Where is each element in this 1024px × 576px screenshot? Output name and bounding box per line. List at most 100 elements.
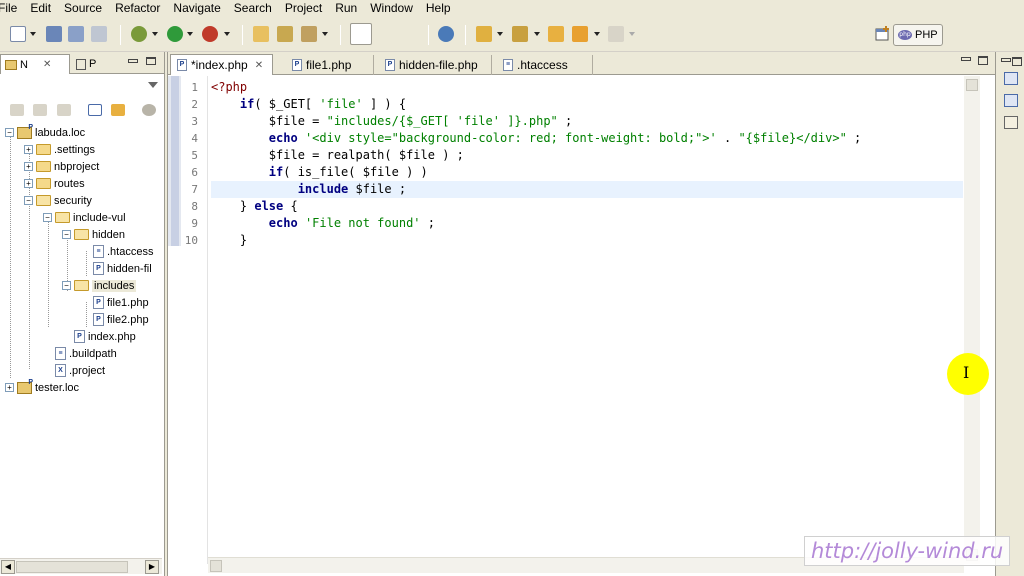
expand-icon[interactable]: + (5, 383, 14, 392)
back-icon[interactable] (572, 26, 588, 42)
debug-icon[interactable] (131, 26, 147, 42)
external-tools-icon[interactable] (202, 26, 218, 42)
menu-run[interactable]: Run (329, 0, 364, 17)
filter-icon[interactable] (142, 104, 156, 116)
code-line[interactable]: } (211, 232, 963, 249)
wand-dropdown-arrow[interactable] (322, 32, 328, 36)
back-dropdown-arrow[interactable] (594, 32, 600, 36)
tree-item-file2-php[interactable]: Pfile2.php (81, 311, 149, 328)
scroll-up-icon[interactable] (966, 79, 978, 91)
scroll-thumb[interactable] (16, 561, 128, 573)
maximize-icon[interactable] (978, 56, 988, 65)
minimize-icon[interactable] (128, 59, 138, 63)
maximize-icon[interactable] (146, 57, 156, 65)
tree-item-nbproject[interactable]: + nbproject (24, 158, 99, 175)
tree-item-file1-php[interactable]: Pfile1.php (81, 294, 149, 311)
menu-window[interactable]: Window (364, 0, 420, 17)
globe-icon[interactable] (438, 26, 454, 42)
minimize-icon[interactable] (1001, 58, 1011, 62)
tree-item-includes[interactable]: − includes (62, 277, 137, 294)
editor-tab-hidden-file-php[interactable]: Phidden-file.php (379, 55, 492, 75)
scroll-right-icon[interactable]: ▶ (145, 560, 159, 574)
menu-source[interactable]: Source (58, 0, 109, 17)
forward-icon[interactable] (608, 26, 624, 42)
open-folder-icon[interactable] (253, 26, 269, 42)
tree-item-index-php[interactable]: Pindex.php (62, 328, 136, 345)
php-perspective-button[interactable]: php PHP (893, 24, 943, 46)
code-line[interactable]: $file = realpath( $file ) ; (211, 147, 963, 164)
menu-file[interactable]: File (0, 0, 24, 17)
mark-occurrences-icon[interactable] (350, 23, 372, 45)
code-line[interactable]: } else { (211, 198, 963, 215)
navigator-horizontal-scrollbar[interactable]: ◀ ▶ (0, 558, 162, 574)
open-project-icon[interactable] (277, 26, 293, 42)
menu-edit[interactable]: Edit (24, 0, 58, 17)
tree-item-settings[interactable]: + .settings (24, 141, 95, 158)
outline-view-icon[interactable] (1004, 72, 1018, 85)
collapse-icon[interactable]: − (5, 128, 14, 137)
wand-icon[interactable] (301, 26, 317, 42)
collapse-icon[interactable]: − (62, 281, 71, 290)
run-dropdown-arrow[interactable] (187, 32, 193, 36)
collapse-icon[interactable]: − (43, 213, 52, 222)
code-line[interactable]: if( $_GET[ 'file' ] ) { (211, 96, 963, 113)
menu-navigate[interactable]: Navigate (167, 0, 227, 17)
tree-item-hidden-fil[interactable]: Phidden-fil (81, 260, 152, 277)
new-icon[interactable] (10, 26, 26, 42)
close-icon[interactable]: ✕ (255, 60, 263, 71)
run-icon[interactable] (167, 26, 183, 42)
tree-item-labuda-loc[interactable]: − labuda.loc (5, 124, 85, 141)
tab-navigator[interactable]: N ✕ (0, 54, 70, 74)
save-icon[interactable] (46, 26, 62, 42)
menu-help[interactable]: Help (420, 0, 458, 17)
menu-search[interactable]: Search (228, 0, 279, 17)
view-menu-icon[interactable] (148, 82, 158, 88)
code-line[interactable]: if( is_file( $file ) ) (211, 164, 963, 181)
tasks-view-icon[interactable] (1004, 116, 1018, 129)
close-icon[interactable]: ✕ (43, 59, 51, 70)
minimize-icon[interactable] (961, 57, 971, 61)
editor-tab-index-php[interactable]: P *index.php ✕ (170, 54, 273, 75)
maximize-icon[interactable] (1012, 57, 1022, 66)
external-tools-dropdown-arrow[interactable] (224, 32, 230, 36)
code-line[interactable]: echo 'File not found' ; (211, 215, 963, 232)
tree-item-hidden[interactable]: − hidden (62, 226, 125, 243)
expand-icon[interactable]: + (24, 162, 33, 171)
forward-dropdown-arrow[interactable] (629, 32, 635, 36)
next-annotation-icon[interactable] (476, 26, 492, 42)
tree-item-include-vul[interactable]: − include-vul (43, 209, 126, 226)
tree-item-project[interactable]: X .project (43, 362, 105, 379)
tab-php-explorer[interactable]: P (72, 54, 112, 74)
code-line[interactable]: $file = "includes/{$_GET[ 'file' ]}.php"… (211, 113, 963, 130)
type-hierarchy-icon[interactable] (1004, 94, 1018, 107)
tree-item-tester-loc[interactable]: + tester.loc (5, 379, 79, 396)
last-edit-icon[interactable] (548, 26, 564, 42)
scroll-left-icon[interactable]: ◀ (1, 560, 15, 574)
menu-refactor[interactable]: Refactor (109, 0, 167, 17)
collapse-all-icon[interactable] (88, 104, 102, 116)
code-line[interactable]: echo '<div style="background-color: red;… (211, 130, 963, 147)
code-line[interactable]: <?php (211, 79, 963, 96)
tree-item-routes[interactable]: + routes (24, 175, 85, 192)
menu-project[interactable]: Project (279, 0, 329, 17)
up-icon[interactable] (57, 104, 71, 116)
open-perspective-icon[interactable] (875, 26, 891, 42)
scroll-left-icon[interactable] (210, 560, 222, 572)
collapse-icon[interactable]: − (24, 196, 33, 205)
expand-icon[interactable]: + (24, 145, 33, 154)
debug-dropdown-arrow[interactable] (152, 32, 158, 36)
new-dropdown-arrow[interactable] (30, 32, 36, 36)
link-with-editor-icon[interactable] (111, 104, 125, 116)
back-icon[interactable] (10, 104, 24, 116)
tree-item-security[interactable]: − security (24, 192, 92, 209)
collapse-icon[interactable]: − (62, 230, 71, 239)
code-line[interactable]: include $file ; (211, 181, 963, 198)
tree-item-htaccess[interactable]: ≡ .htaccess (81, 243, 153, 260)
prev-annotation-icon[interactable] (512, 26, 528, 42)
save-all-icon[interactable] (68, 26, 84, 42)
forward-icon[interactable] (33, 104, 47, 116)
editor-tab-file1-php[interactable]: Pfile1.php (286, 55, 374, 75)
expand-icon[interactable]: + (24, 179, 33, 188)
print-icon[interactable] (91, 26, 107, 42)
prev-annotation-dropdown-arrow[interactable] (534, 32, 540, 36)
